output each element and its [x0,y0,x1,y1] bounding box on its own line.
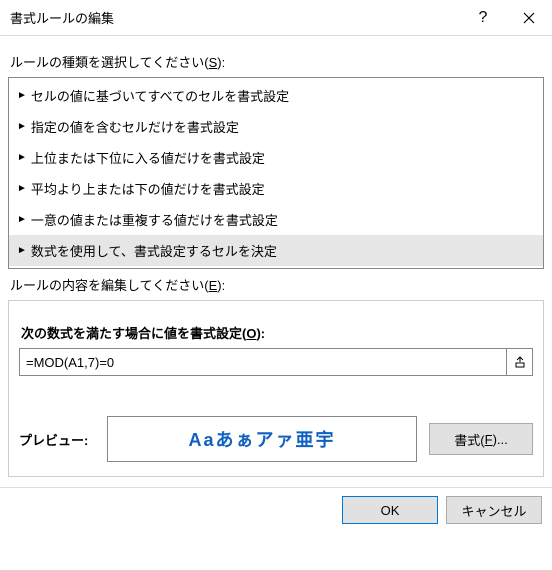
ok-button[interactable]: OK [342,496,438,524]
preview-label: プレビュー: [19,430,95,449]
edit-rule-content-label: ルールの内容を編集してください(E): [10,275,544,294]
rule-type-item[interactable]: ► セルの値に基づいてすべてのセルを書式設定 [9,80,543,111]
arrow-icon: ► [17,153,27,163]
rule-type-item[interactable]: ► 数式を使用して、書式設定するセルを決定 [9,235,543,266]
arrow-icon: ► [17,184,27,194]
dialog-title: 書式ルールの編集 [10,8,460,27]
rule-type-label: 平均より上または下の値だけを書式設定 [31,179,265,198]
arrow-icon: ► [17,91,27,101]
rule-type-label: 指定の値を含むセルだけを書式設定 [31,117,239,136]
format-button[interactable]: 書式(F)... [429,423,533,455]
rule-type-label: 数式を使用して、書式設定するセルを決定 [31,241,277,260]
titlebar: 書式ルールの編集 ? [0,0,552,36]
window-controls: ? [460,0,552,36]
rule-type-label: 上位または下位に入る値だけを書式設定 [31,148,265,167]
arrow-icon: ► [17,215,27,225]
rule-type-item[interactable]: ► 一意の値または重複する値だけを書式設定 [9,204,543,235]
close-icon [523,12,535,24]
rule-type-item[interactable]: ► 指定の値を含むセルだけを書式設定 [9,111,543,142]
select-rule-type-label: ルールの種類を選択してください(S): [10,52,544,71]
close-button[interactable] [506,0,552,36]
arrow-icon: ► [17,246,27,256]
rule-type-item[interactable]: ► 上位または下位に入る値だけを書式設定 [9,142,543,173]
rule-type-label: セルの値に基づいてすべてのセルを書式設定 [31,86,289,105]
rule-type-list: ► セルの値に基づいてすべてのセルを書式設定 ► 指定の値を含むセルだけを書式設定 ► 上… [8,77,544,269]
dialog-content: ルールの種類を選択してください(S): ► セルの値に基づいてすべてのセルを書式設… [0,36,552,477]
rule-type-label: 一意の値または重複する値だけを書式設定 [31,210,278,229]
help-button[interactable]: ? [460,0,506,36]
formula-input[interactable] [19,348,507,376]
collapse-dialog-button[interactable] [507,348,533,376]
preview-row: プレビュー: Aaあぁアァ亜宇 書式(F)... [19,416,533,462]
preview-box: Aaあぁアァ亜宇 [107,416,417,462]
formula-condition-label: 次の数式を満たす場合に値を書式設定(O): [21,323,533,342]
rule-type-item[interactable]: ► 平均より上または下の値だけを書式設定 [9,173,543,204]
range-selector-icon [514,356,526,368]
formula-row [19,348,533,376]
rule-content-panel: 次の数式を満たす場合に値を書式設定(O): プレビュー: Aaあぁアァ亜宇 書式… [8,300,544,477]
cancel-button[interactable]: キャンセル [446,496,542,524]
arrow-icon: ► [17,122,27,132]
dialog-button-row: OK キャンセル [0,487,552,534]
